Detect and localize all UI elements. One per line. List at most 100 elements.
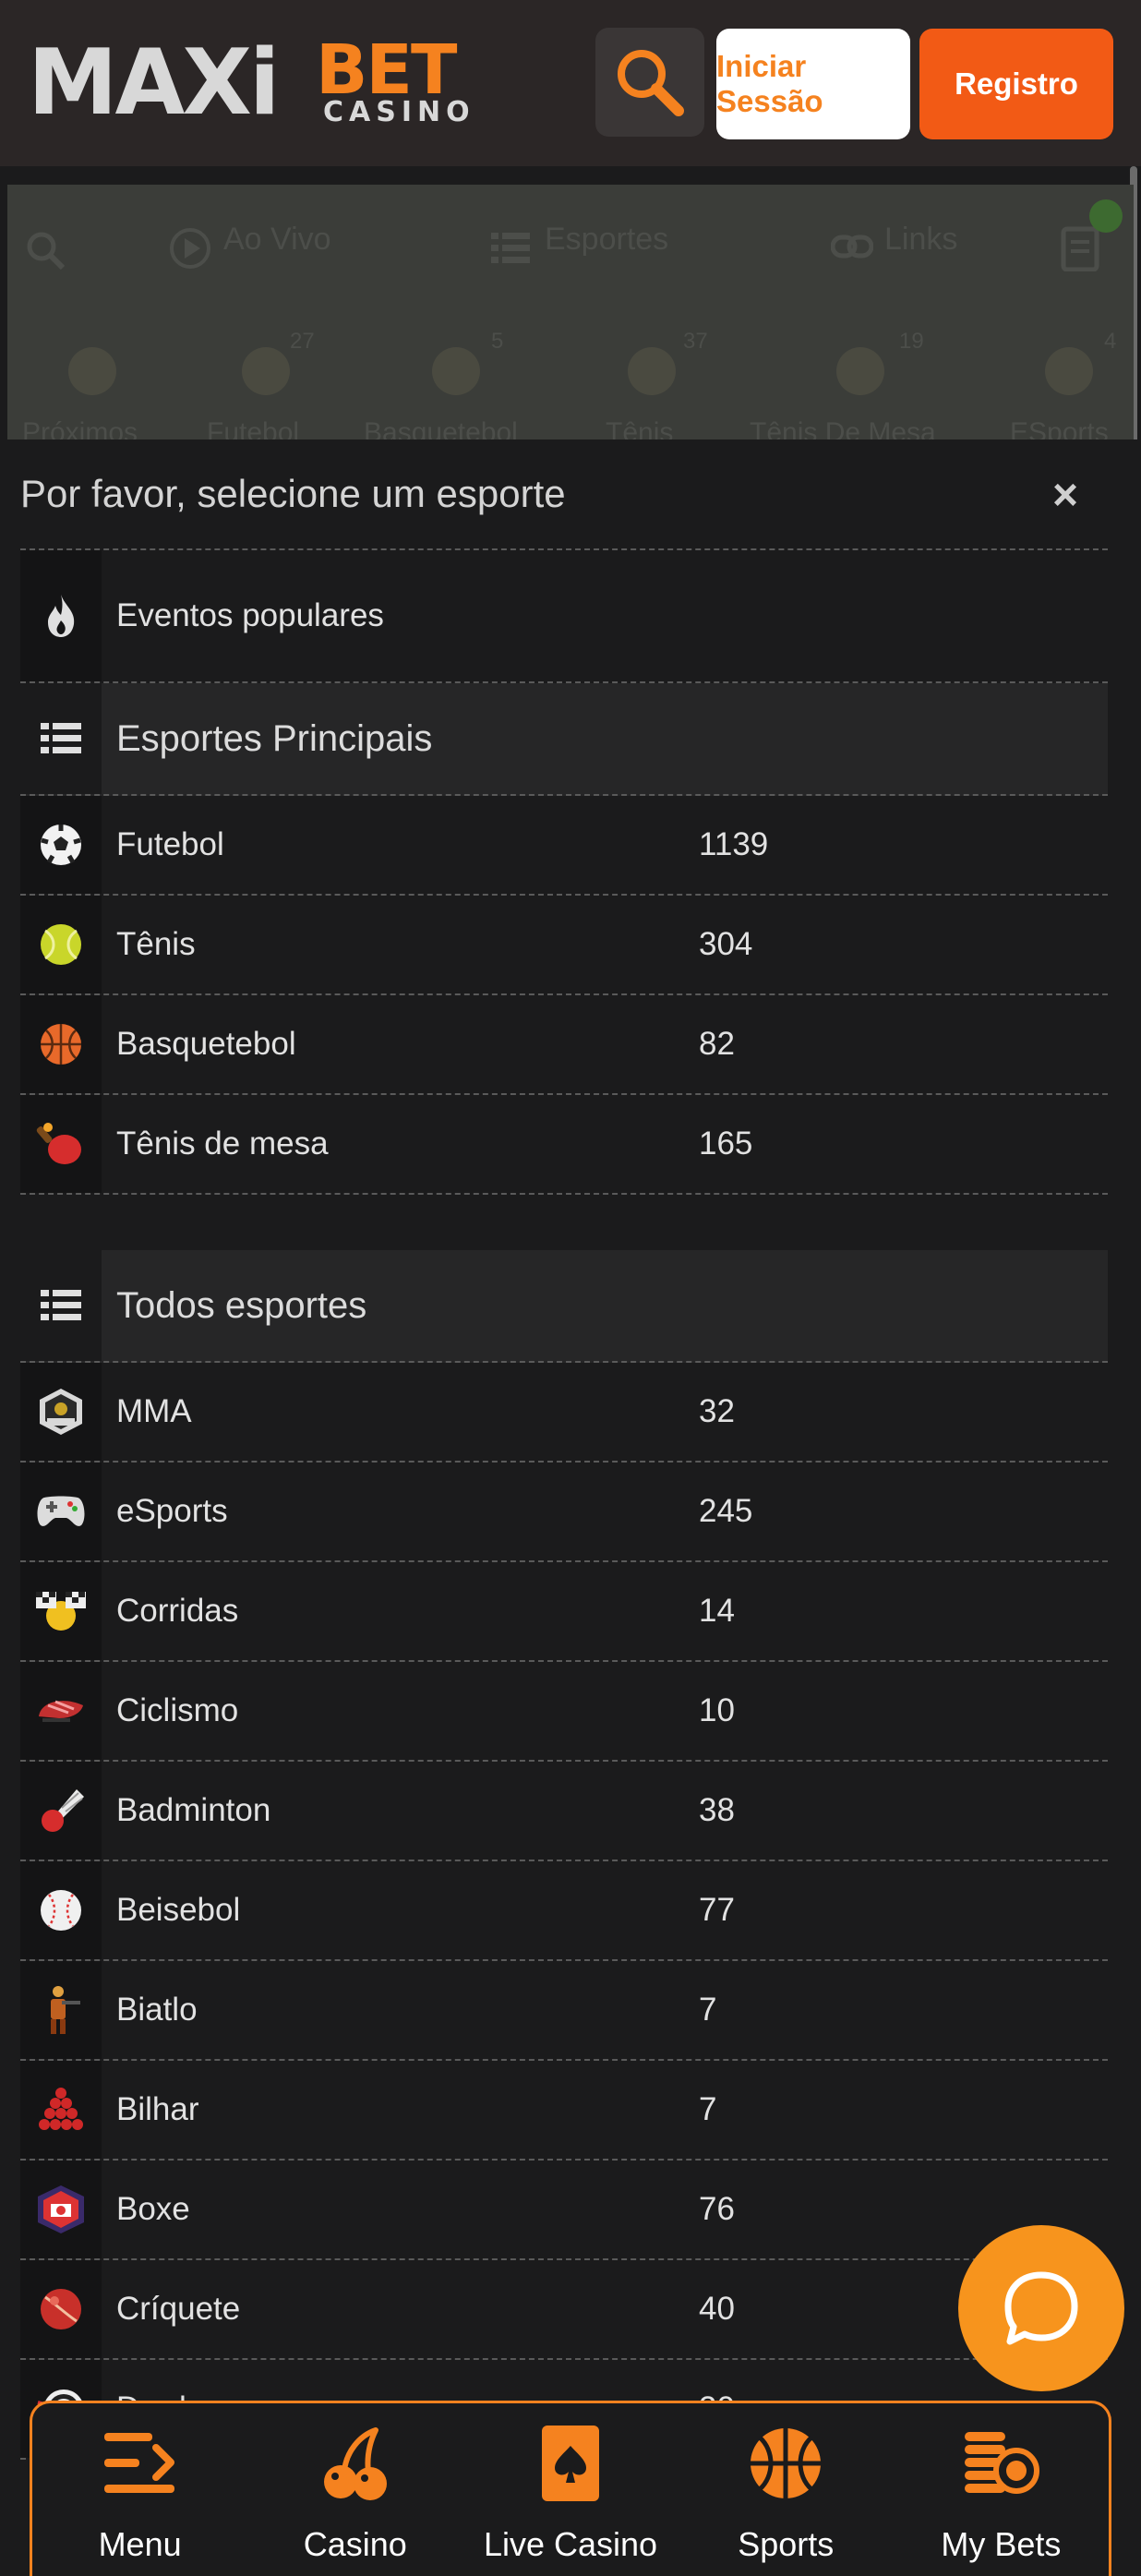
gamepad-icon (37, 1496, 85, 1526)
background-nav: Ao Vivo Esportes Links 27 5 37 19 4 Próx… (7, 185, 1134, 439)
bg-sport-label: Tênis De Mesa (750, 417, 936, 439)
nav-label: Sports (738, 2525, 835, 2563)
event-count: 165 (699, 1125, 753, 1162)
card-spade-icon (542, 2426, 599, 2501)
close-button[interactable]: × (1039, 469, 1091, 521)
sport-label: Biatlo (116, 1992, 198, 2028)
chat-button[interactable] (958, 2225, 1124, 2391)
login-button[interactable]: Iniciar Sessão (716, 29, 910, 139)
background-search-icon (27, 232, 66, 271)
sport-row-tenis-de-mesa[interactable]: Tênis de mesa 165 (20, 1095, 1108, 1195)
bg-tab-links: Links (884, 222, 958, 257)
event-count: 245 (699, 1493, 753, 1529)
sport-row-bilhar[interactable]: Bilhar 7 (20, 2061, 1108, 2161)
bg-sport-label: Próximos (22, 417, 138, 439)
sport-row-boxe[interactable]: Boxe 76 (20, 2161, 1108, 2260)
sport-row-criquete[interactable]: Críquete 40 (20, 2260, 1108, 2360)
event-count: 40 (699, 2291, 735, 2327)
modal-header: Por favor, selecione um esporte × (20, 439, 1108, 550)
bg-count: 5 (491, 329, 504, 354)
event-count: 76 (699, 2191, 735, 2227)
sport-label: Corridas (116, 1593, 239, 1629)
basketball-icon (41, 1024, 81, 1065)
logo-sub-text: CASINO (323, 96, 475, 128)
cherries-icon (323, 2427, 387, 2500)
all-sports-title: Todos esportes (116, 1284, 367, 1326)
racing-flag-icon (36, 1592, 86, 1631)
nav-sports[interactable]: Sports (679, 2403, 894, 2576)
fire-icon (48, 595, 75, 637)
shuttlecock-icon (42, 1789, 84, 1832)
bg-tennis-icon (628, 347, 676, 395)
sport-row-badminton[interactable]: Badminton 38 (20, 1762, 1108, 1861)
sport-row-biatlo[interactable]: Biatlo 7 (20, 1961, 1108, 2061)
event-count: 7 (699, 1992, 717, 2028)
event-count: 7 (699, 2091, 717, 2127)
coins-icon (965, 2432, 1040, 2494)
bg-count: 4 (1104, 329, 1117, 354)
list-icon (41, 1290, 81, 1320)
maxibet-logo[interactable]: MAXi BET CASINO (28, 30, 480, 136)
sport-row-tenis[interactable]: Tênis 304 (20, 896, 1108, 995)
sport-select-modal: Por favor, selecione um esporte × Evento… (0, 439, 1141, 2576)
popular-events-label: Eventos populares (116, 597, 384, 633)
event-count: 32 (699, 1393, 735, 1429)
header: MAXi BET CASINO Iniciar Sessão Registro (0, 0, 1141, 166)
bg-sport-label: Basquetebol (364, 417, 518, 439)
sport-row-esports[interactable]: eSports 245 (20, 1463, 1108, 1562)
bg-soccer-icon (242, 347, 290, 395)
nav-label: Casino (303, 2525, 407, 2563)
sport-row-corridas[interactable]: Corridas 14 (20, 1562, 1108, 1662)
sport-row-beisebol[interactable]: Beisebol 77 (20, 1861, 1108, 1961)
biathlon-icon (51, 1986, 80, 2034)
bg-esports-icon (1045, 347, 1093, 395)
sport-label: Boxe (116, 2191, 190, 2227)
bg-table-tennis-icon (836, 347, 884, 395)
search-icon (618, 50, 684, 116)
event-count: 77 (699, 1892, 735, 1928)
menu-icon (103, 2433, 174, 2493)
sport-list: Eventos populares Esportes Principais Fu… (20, 550, 1108, 2460)
logo-main-text: MAXi (28, 30, 281, 136)
cricket-ball-icon (41, 2289, 81, 2329)
bg-upcoming-icon (68, 347, 116, 395)
sport-label: Críquete (116, 2291, 241, 2327)
event-count: 1139 (699, 826, 769, 862)
popular-events-item[interactable]: Eventos populares (20, 550, 1108, 683)
nav-label: Live Casino (483, 2525, 658, 2563)
page: MAXi BET CASINO Iniciar Sessão Registro … (0, 0, 1141, 2576)
sport-row-basquetebol[interactable]: Basquetebol 82 (20, 995, 1108, 1095)
mma-icon (40, 1389, 82, 1435)
play-icon (170, 228, 210, 269)
sport-label: Bilhar (116, 2091, 199, 2127)
basketball-icon (751, 2428, 822, 2498)
table-tennis-icon (36, 1123, 81, 1164)
sport-row-futebol[interactable]: Futebol 1139 (20, 796, 1108, 896)
sport-label: Beisebol (116, 1892, 241, 1928)
sport-row-ciclismo[interactable]: Ciclismo 10 (20, 1662, 1108, 1762)
bg-count: 19 (899, 329, 924, 354)
all-sports-header: Todos esportes (20, 1250, 1108, 1363)
list-icon (491, 233, 530, 263)
tennis-ball-icon (41, 924, 81, 965)
bg-tab-live: Ao Vivo (223, 222, 331, 257)
nav-casino[interactable]: Casino (247, 2403, 462, 2576)
register-button[interactable]: Registro (919, 29, 1113, 139)
nav-label: Menu (98, 2525, 182, 2563)
betslip-icon (1061, 226, 1099, 271)
event-count: 10 (699, 1692, 735, 1728)
event-count: 38 (699, 1792, 735, 1828)
cycling-helmet-icon (39, 1700, 83, 1722)
link-icon (831, 235, 873, 259)
sport-label: Tênis de mesa (116, 1125, 329, 1162)
nav-menu[interactable]: Menu (32, 2403, 247, 2576)
boxing-icon (38, 2185, 84, 2233)
nav-my-bets[interactable]: My Bets (894, 2403, 1109, 2576)
sport-label: eSports (116, 1493, 228, 1529)
sport-row-mma[interactable]: MMA 32 (20, 1363, 1108, 1463)
bg-sport-label: ESports (1010, 417, 1109, 439)
nav-label: My Bets (941, 2525, 1062, 2563)
search-button[interactable] (595, 28, 704, 137)
chat-bubble-icon (1004, 2271, 1078, 2345)
nav-live-casino[interactable]: Live Casino (462, 2403, 678, 2576)
